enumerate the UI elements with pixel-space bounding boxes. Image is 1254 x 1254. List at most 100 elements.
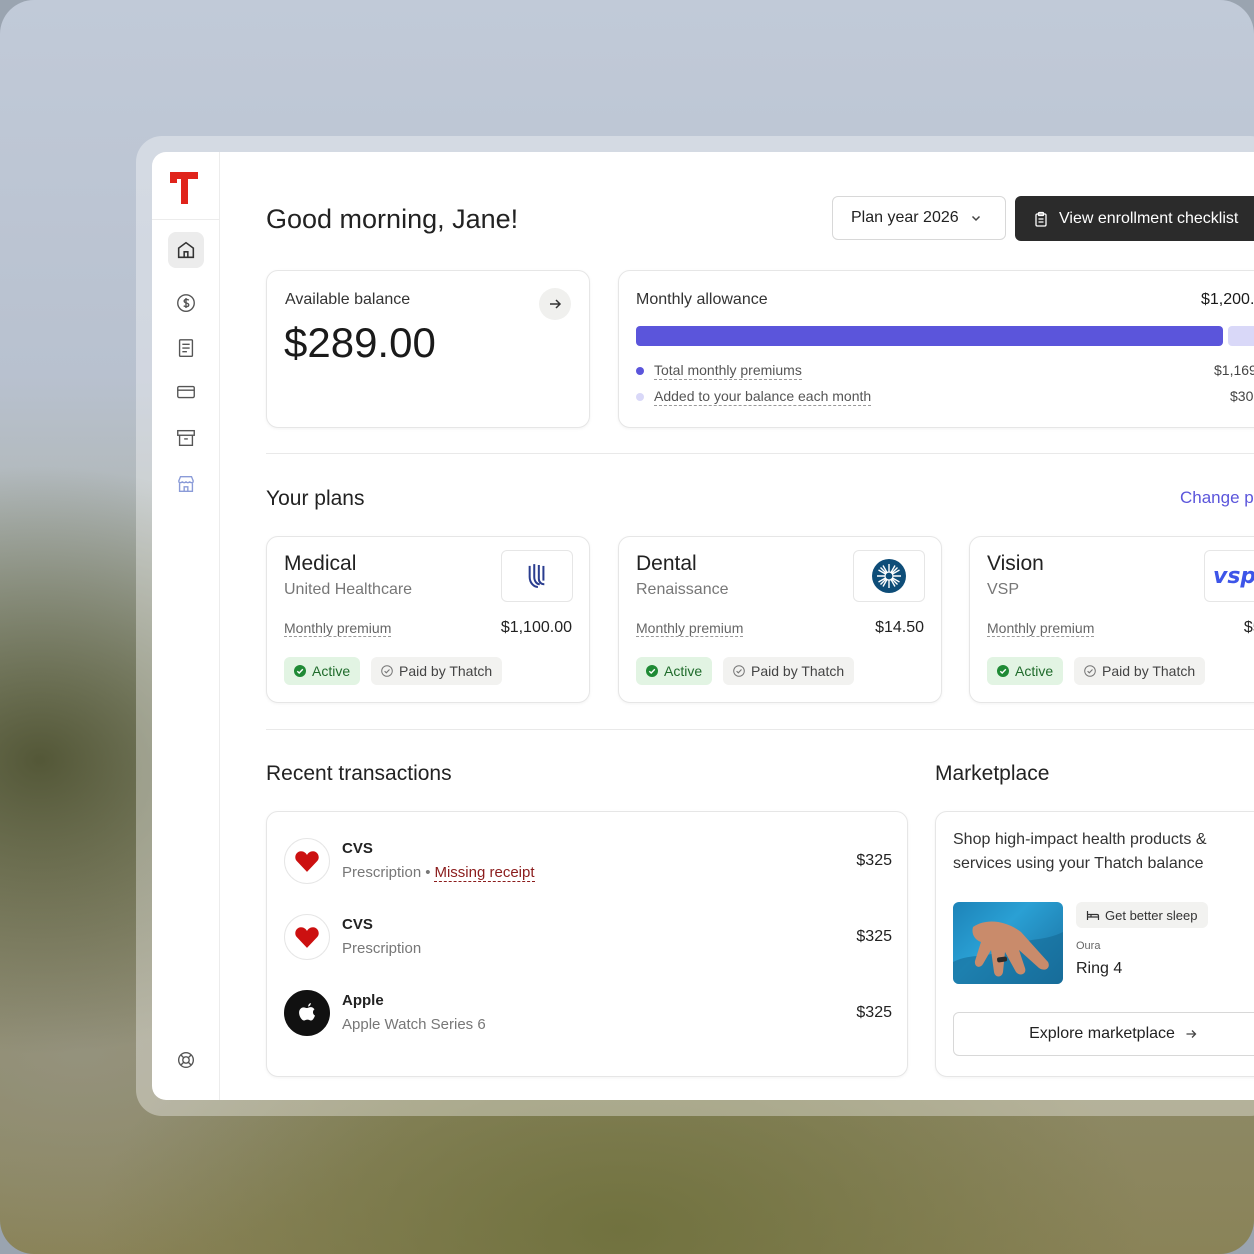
plan-name: Vision: [987, 552, 1044, 575]
transaction-merchant: CVS: [342, 916, 373, 933]
legend-premiums-value: $1,169.: [1214, 362, 1254, 378]
main-content: Good morning, Jane! Plan year 2026 View …: [266, 152, 1254, 1100]
transaction-description: Prescription • Missing receipt: [342, 864, 535, 882]
product-name[interactable]: Ring 4: [1076, 960, 1122, 978]
app-window: Good morning, Jane! Plan year 2026 View …: [152, 152, 1254, 1100]
apple-icon: [284, 990, 330, 1036]
recent-transactions-title: Recent transactions: [266, 762, 452, 785]
premium-value: $14.50: [875, 619, 924, 636]
status-badge: Active: [284, 657, 361, 685]
balance-label: Available balance: [285, 291, 411, 308]
balance-added-bar: [1228, 326, 1254, 346]
nav-marketplace[interactable]: [168, 466, 204, 502]
payer-label: Paid by Thatch: [751, 663, 845, 679]
check-circle-icon: [294, 665, 306, 677]
status-badge: Active: [987, 657, 1064, 685]
plan-card-vision[interactable]: Vision VSP vsp Monthly premium $54. Acti…: [969, 536, 1254, 703]
product-image[interactable]: [953, 902, 1063, 984]
thatch-logo-icon[interactable]: [168, 170, 200, 206]
vsp-logo-icon: vsp: [1204, 550, 1254, 602]
premiums-bar: [636, 326, 1223, 346]
checklist-button-label: View enrollment checklist: [1059, 209, 1239, 227]
nav-archive[interactable]: [168, 420, 204, 456]
nav-help[interactable]: [168, 1042, 204, 1078]
your-plans-title: Your plans: [266, 487, 365, 510]
sidebar: [152, 152, 220, 1100]
premium-value: $54.: [1243, 619, 1254, 636]
chevron-down-icon: [971, 215, 980, 222]
transaction-category: Prescription: [342, 864, 422, 881]
transaction-amount: $325: [856, 852, 892, 869]
renaissance-logo-icon: [853, 550, 925, 602]
plan-card-medical[interactable]: Medical United Healthcare Monthly premiu…: [266, 536, 590, 703]
legend-balance-value: $30: [1230, 388, 1254, 404]
premium-label[interactable]: Monthly premium: [987, 620, 1095, 637]
transaction-amount: $325: [856, 928, 892, 945]
transaction-description: Apple Watch Series 6: [342, 1016, 486, 1033]
credit-card-icon: [177, 385, 195, 399]
nav-documents[interactable]: [168, 330, 204, 366]
sleep-tag-label: Get better sleep: [1105, 907, 1198, 923]
sleep-tag[interactable]: Get better sleep: [1076, 902, 1208, 928]
payer-badge: Paid by Thatch: [1074, 657, 1206, 685]
check-outline-icon: [381, 665, 393, 677]
legend-premiums-label[interactable]: Total monthly premiums: [654, 362, 802, 380]
plan-carrier: Renaissance: [636, 581, 729, 598]
storefront-icon: [177, 475, 195, 493]
transaction-row[interactable]: CVS Prescription $325: [284, 906, 892, 966]
vsp-logo-text: vsp: [1213, 563, 1254, 589]
payer-badge: Paid by Thatch: [723, 657, 855, 685]
available-balance-card[interactable]: Available balance $289.00: [266, 270, 590, 428]
home-icon: [177, 241, 195, 259]
status-label: Active: [312, 663, 351, 679]
check-outline-icon: [1084, 665, 1096, 677]
product-brand: Oura: [1076, 940, 1101, 952]
section-divider: [266, 729, 1254, 730]
united-healthcare-logo-icon: [501, 550, 573, 602]
transaction-merchant: Apple: [342, 992, 384, 1009]
plan-year-select[interactable]: Plan year 2026: [832, 196, 1006, 240]
legend-balance-added: Added to your balance each month: [636, 388, 872, 406]
transactions-card: CVS Prescription • Missing receipt $325 CV…: [266, 811, 908, 1077]
legend-dot-balance: [636, 393, 644, 401]
nav-benefits[interactable]: [168, 285, 204, 321]
premium-label[interactable]: Monthly premium: [636, 620, 744, 637]
section-divider: [266, 453, 1254, 454]
view-enrollment-checklist-button[interactable]: View enrollment checklist: [1015, 196, 1254, 241]
lifebuoy-icon: [177, 1051, 195, 1069]
arrow-right-icon: [550, 299, 562, 309]
payer-label: Paid by Thatch: [1102, 663, 1196, 679]
nav-cards[interactable]: [168, 374, 204, 410]
bed-icon: [1086, 911, 1100, 920]
marketplace-description: Shop high-impact health products & servi…: [953, 831, 1207, 872]
plan-card-dental[interactable]: Dental Renaissance Monthly premium $14.5…: [618, 536, 942, 703]
explore-marketplace-label: Explore marketplace: [1029, 1025, 1175, 1042]
cvs-heart-icon: [284, 838, 330, 884]
missing-receipt-link[interactable]: Missing receipt: [434, 864, 535, 882]
marketplace-card: Shop high-impact health products & servi…: [935, 811, 1254, 1077]
explore-marketplace-button[interactable]: Explore marketplace: [953, 1012, 1254, 1056]
marketplace-title: Marketplace: [935, 762, 1050, 785]
transaction-row[interactable]: CVS Prescription • Missing receipt $325: [284, 830, 892, 890]
nav-home[interactable]: [168, 232, 204, 268]
allowance-total: $1,200.: [1201, 291, 1254, 308]
transaction-description: Prescription: [342, 940, 422, 957]
plan-year-label: Plan year 2026: [851, 209, 959, 226]
sidebar-divider: [152, 219, 220, 220]
legend-premiums: Total monthly premiums: [636, 362, 802, 380]
transaction-row[interactable]: Apple Apple Watch Series 6 $325: [284, 982, 892, 1042]
balance-amount: $289.00: [284, 319, 436, 366]
balance-details-button[interactable]: [539, 288, 571, 320]
arrow-right-icon: [1186, 1030, 1197, 1038]
payer-label: Paid by Thatch: [399, 663, 493, 679]
separator-dot: •: [425, 864, 431, 881]
status-label: Active: [664, 663, 703, 679]
plan-name: Dental: [636, 552, 697, 575]
legend-dot-premiums: [636, 367, 644, 375]
check-outline-icon: [733, 665, 745, 677]
check-circle-icon: [997, 665, 1009, 677]
legend-balance-label[interactable]: Added to your balance each month: [654, 388, 872, 406]
dollar-badge-icon: [177, 294, 195, 312]
premium-label[interactable]: Monthly premium: [284, 620, 392, 637]
change-plans-link[interactable]: Change pl: [1180, 488, 1254, 508]
